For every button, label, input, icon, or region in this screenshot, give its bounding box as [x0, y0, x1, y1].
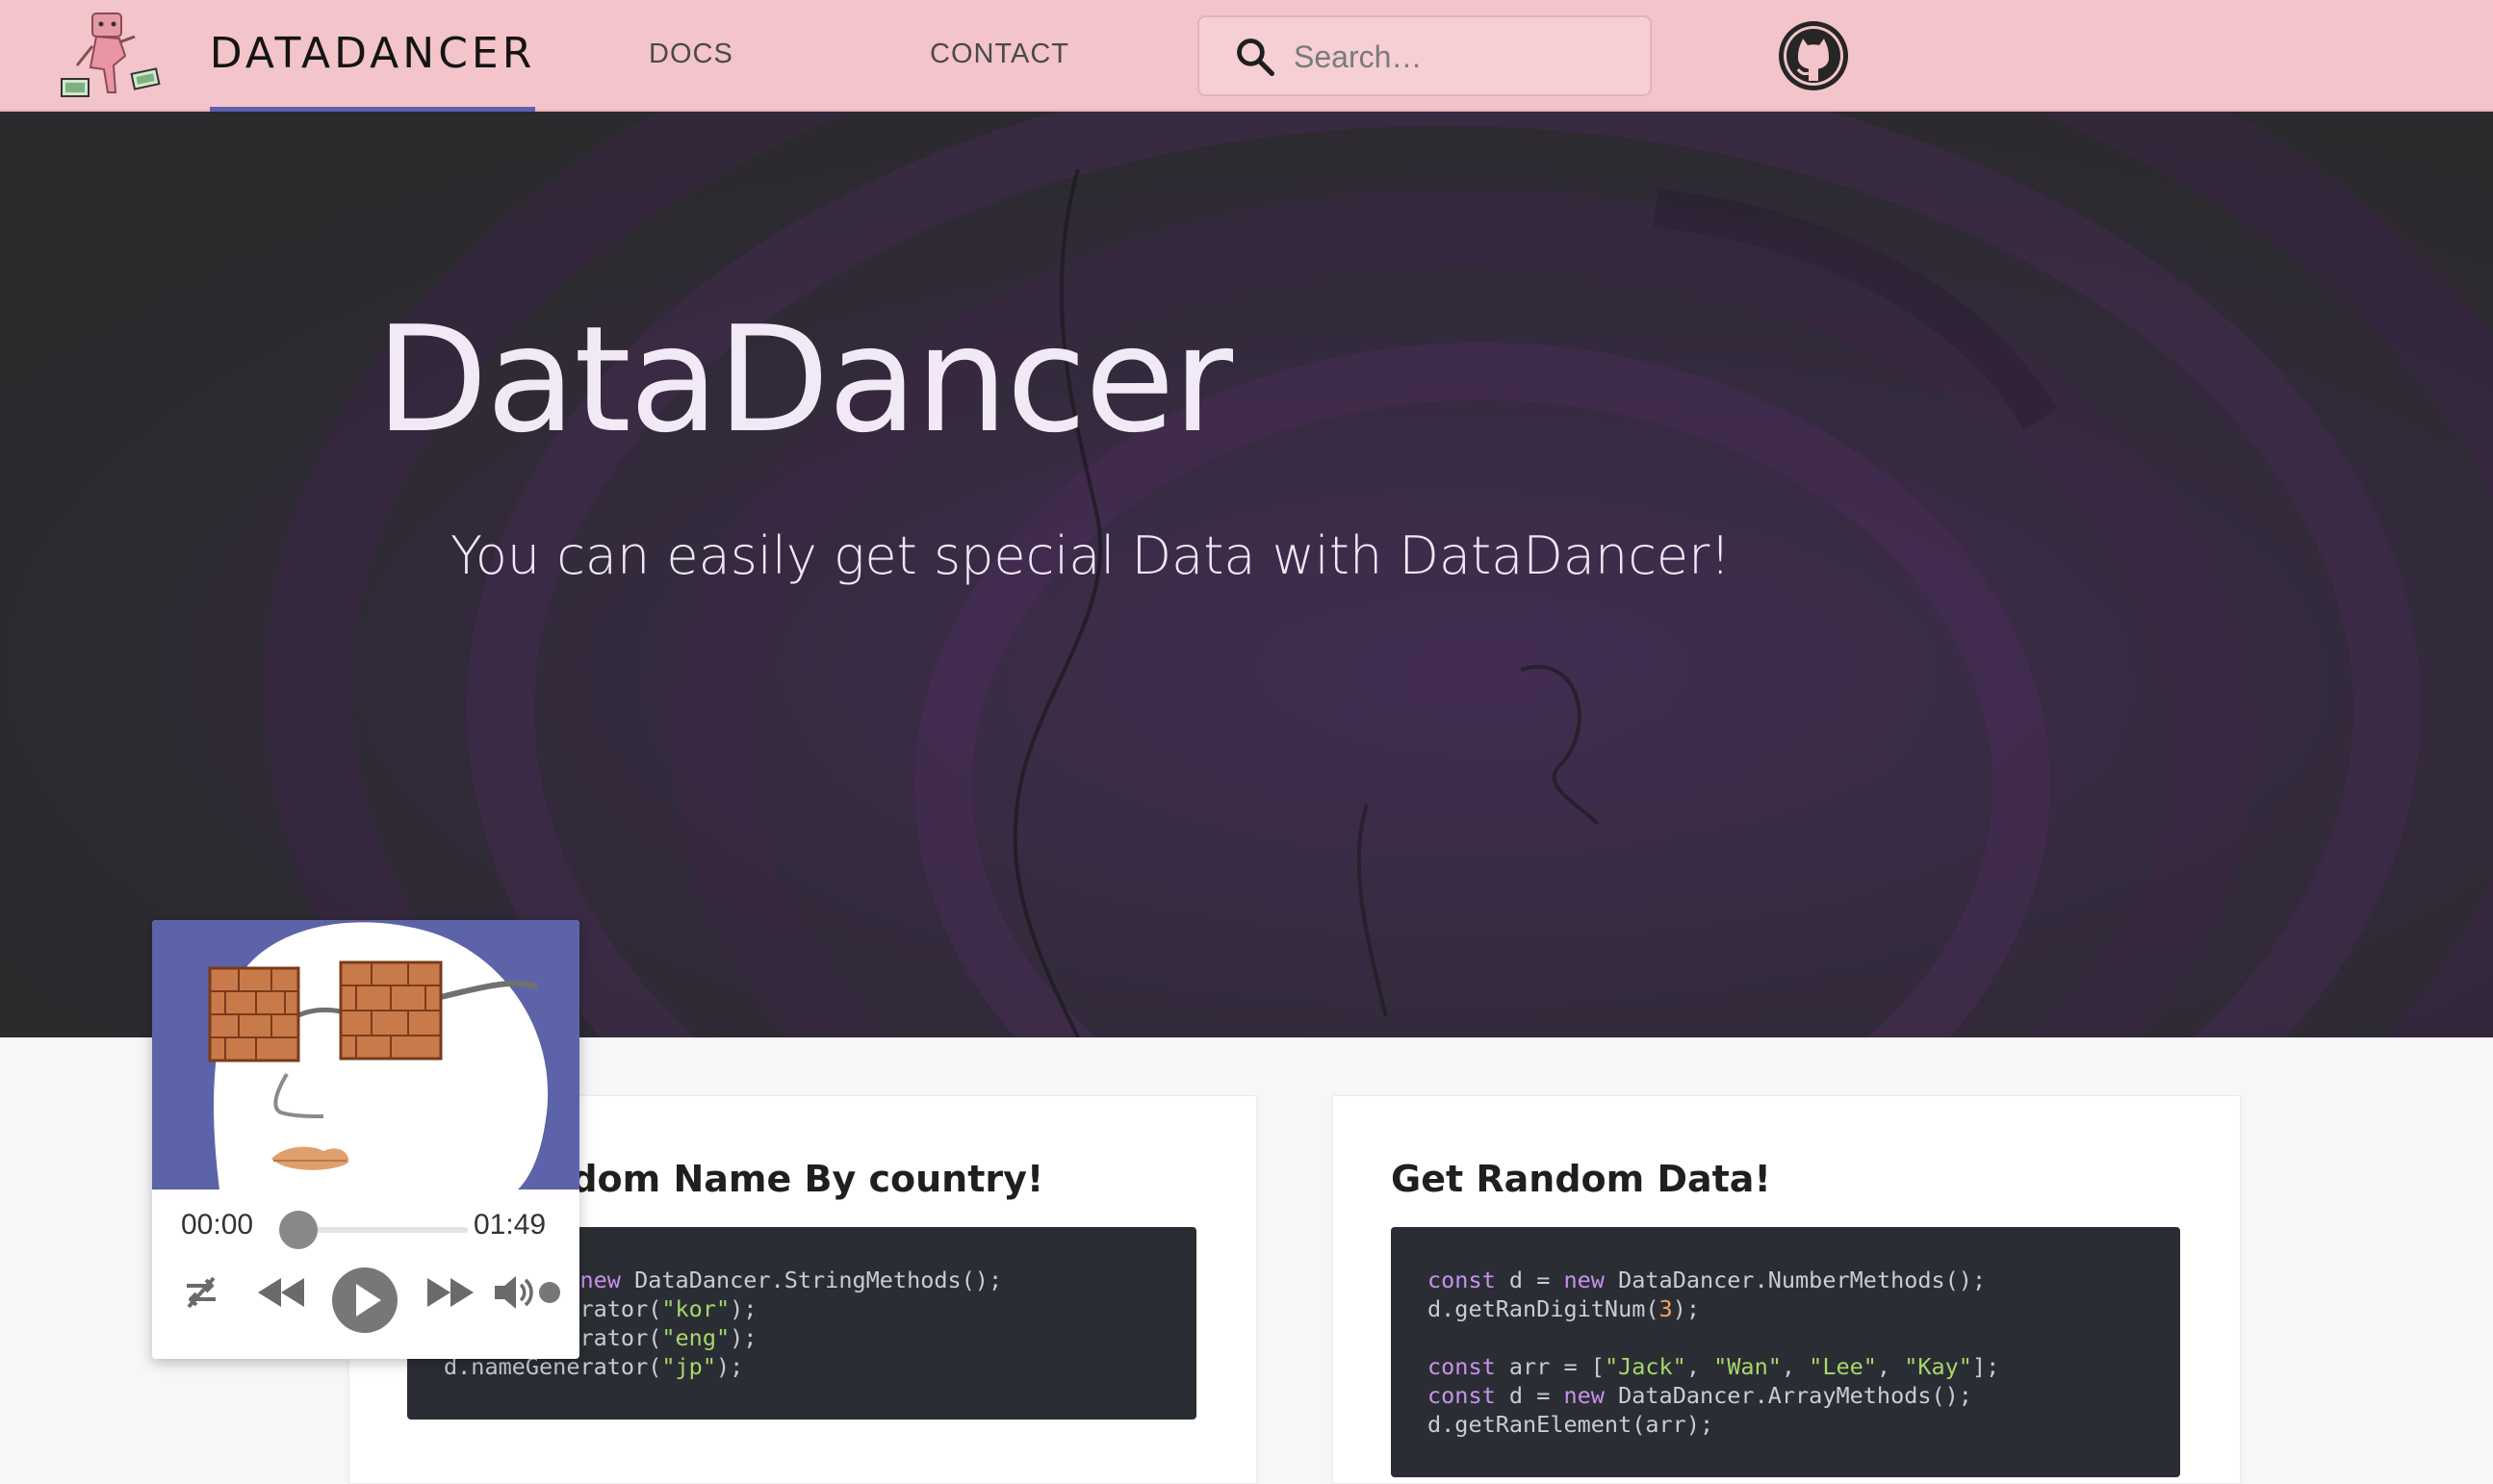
code-line: d.getRanDigitNum(3); [1427, 1295, 1700, 1322]
datadancer-logo[interactable] [58, 8, 166, 104]
brick-lens-right [339, 960, 443, 1061]
hero-banner: DataDancer You can easily get special Da… [0, 112, 2493, 1037]
brick-lens-left [208, 966, 300, 1062]
brand-link[interactable]: DATADANCER [210, 0, 535, 112]
rewind-icon[interactable] [254, 1270, 308, 1315]
code-line: d.getRanElement(arr); [1427, 1411, 1714, 1438]
fast-forward-icon[interactable] [424, 1270, 477, 1315]
github-icon[interactable] [1777, 19, 1850, 92]
top-navbar: DATADANCER DOCS CONTACT [0, 0, 2493, 112]
music-player: 00:00 01:49 [152, 920, 579, 1359]
repeat-icon[interactable] [179, 1270, 223, 1315]
current-time: 00:00 [181, 1209, 254, 1241]
search-box[interactable] [1197, 15, 1652, 96]
volume-slider-thumb[interactable] [539, 1282, 560, 1303]
nav-docs-link[interactable]: DOCS [649, 0, 733, 108]
code-line: const d = new DataDancer.ArrayMethods(); [1427, 1382, 1972, 1409]
progress-thumb[interactable] [279, 1211, 318, 1249]
nav-contact-link[interactable]: CONTACT [930, 0, 1069, 108]
code-block: const d = new DataDancer.NumberMethods()… [1391, 1227, 2180, 1477]
volume-icon[interactable] [491, 1270, 535, 1315]
code-line: const arr = ["Jack", "Wan", "Lee", "Kay"… [1427, 1353, 2000, 1380]
album-cover [152, 920, 579, 1190]
code-line: const d = new DataDancer.NumberMethods()… [1427, 1267, 1987, 1293]
search-input[interactable] [1292, 17, 1642, 96]
search-icon [1237, 38, 1274, 76]
total-time: 01:49 [474, 1209, 547, 1241]
card-title: Get Random Data! [1391, 1158, 1771, 1200]
example-card-data: Get Random Data! const d = new DataDance… [1332, 1095, 2241, 1484]
play-icon[interactable] [331, 1267, 398, 1334]
hero-subtitle: You can easily get special Data with Dat… [450, 525, 1731, 586]
hero-title: DataDancer [375, 294, 1233, 465]
